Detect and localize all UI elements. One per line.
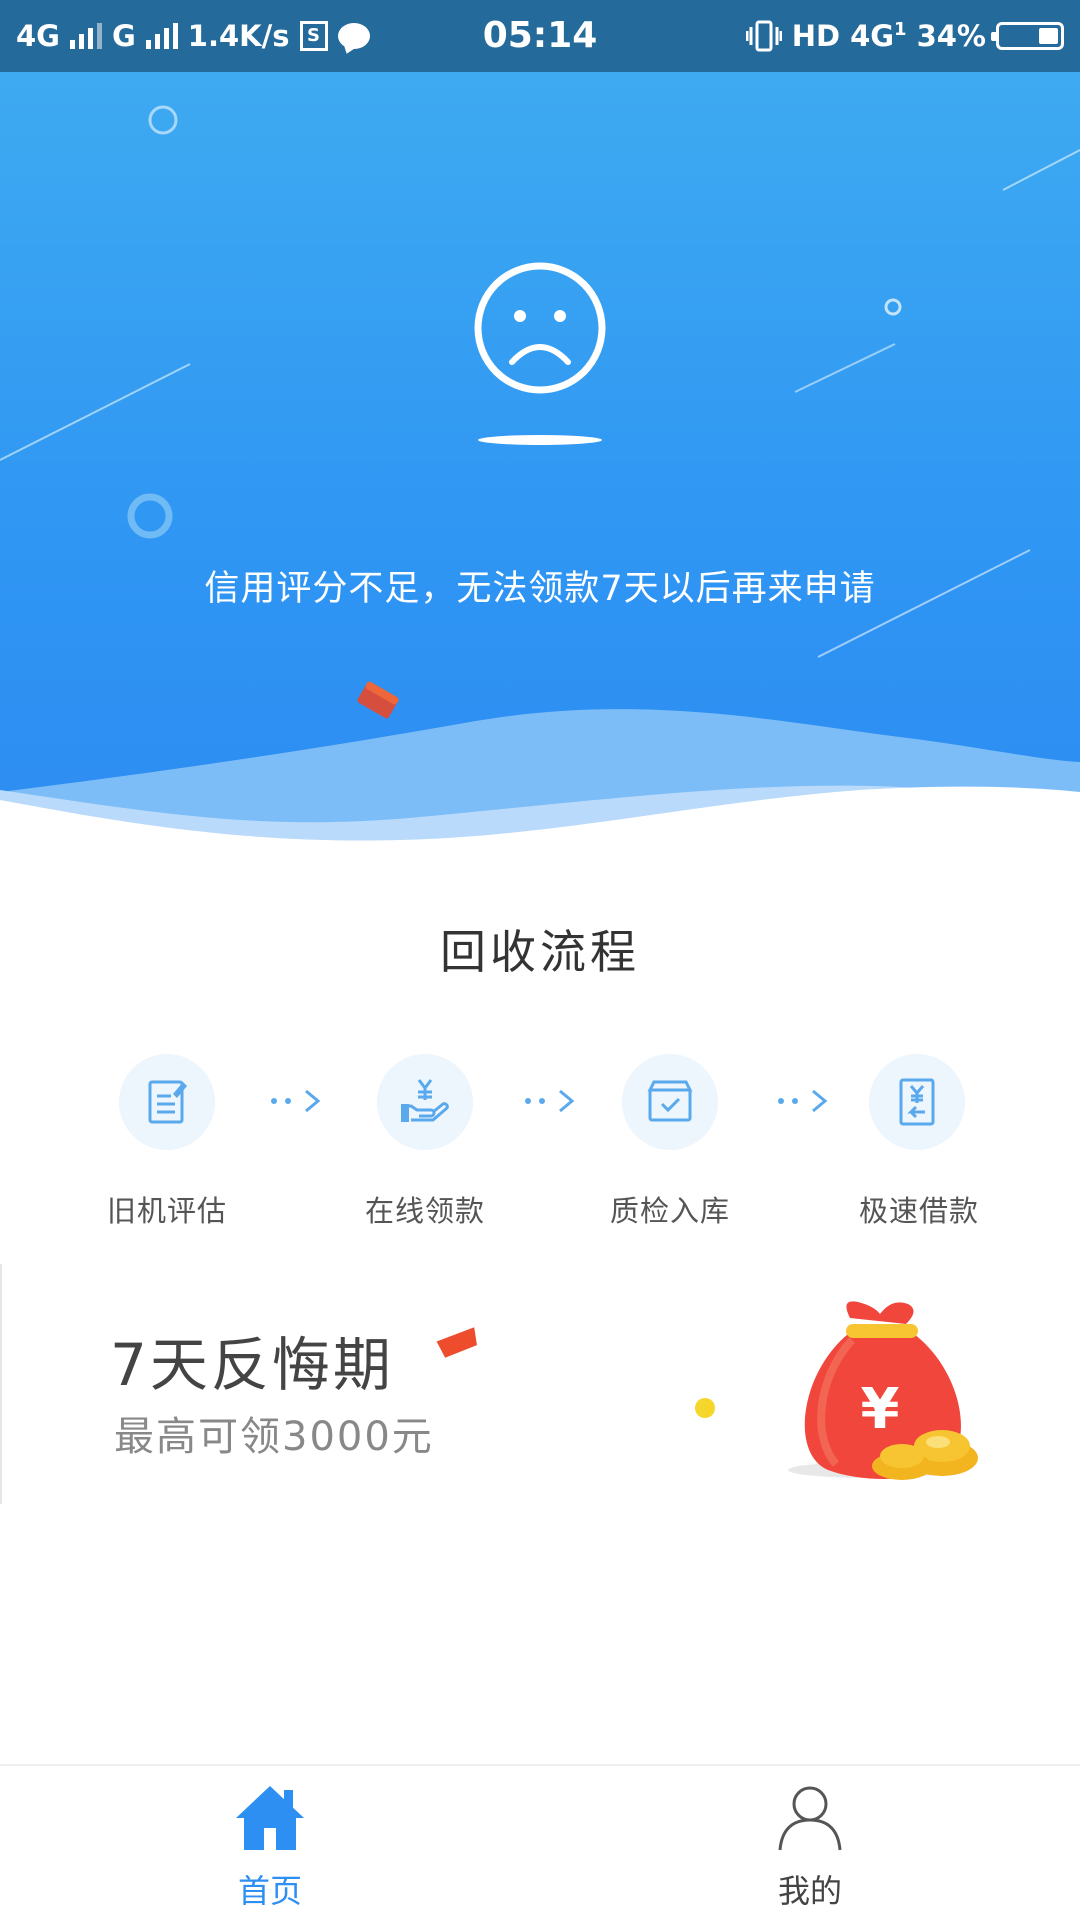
message-icon [337,23,370,49]
nav-mine-label: 我的 [777,1872,842,1910]
credit-notice-text: 信用评分不足，无法领款7天以后再来申请 [204,569,876,609]
vibrate-icon [745,20,782,52]
home-icon [236,1786,304,1850]
network-type-4g: 4G [16,19,60,53]
status-left: 4G G 1.4K/s S [16,14,370,58]
network-speed: 1.4K/s [187,19,290,53]
deco-circle-1 [148,105,178,135]
network-type-4g-2: 4G1 [850,19,907,53]
s-app-icon: S [299,21,328,51]
step-1-icon[interactable] [119,1054,215,1150]
nav-home[interactable]: 首页 [0,1766,540,1922]
process-title: 回收流程 [440,925,640,979]
sim-number: 1 [894,19,907,40]
bottom-navigation: 首页 我的 [0,1764,1080,1922]
status-right: HD 4G1 34% [745,14,1064,58]
hero-decoration [0,105,1080,852]
deco-line-2 [1002,149,1080,191]
yuan-return-icon [899,1078,935,1126]
status-bar: 4G G 1.4K/s S 05:14 HD 4G1 34% [0,0,1080,72]
step-3-icon[interactable] [622,1054,718,1150]
step-3-label: 质检入库 [609,1194,730,1228]
nav-home-label: 首页 [237,1872,302,1910]
small-red-envelope [436,1327,477,1358]
deco-circle-2 [884,298,902,316]
nav-mine[interactable]: 我的 [540,1766,1080,1922]
step-2-label: 在线领款 [364,1194,485,1228]
network-type-g: G [111,19,136,53]
battery-percent: 34% [916,19,986,53]
deco-line-3 [794,343,896,393]
battery-fill [1039,28,1058,44]
signal-icon-2 [145,23,178,49]
gold-coin-dot [695,1398,715,1418]
step-4-icon[interactable] [869,1054,965,1150]
deco-line-1 [0,363,191,461]
hd-label: HD [791,19,841,53]
hand-money-icon [401,1079,449,1122]
user-icon [778,1786,842,1851]
step-arrow-1 [271,1089,321,1113]
step-arrow-3 [778,1089,828,1113]
money-bag-icon: ¥ [804,1301,978,1480]
bag-yuan-symbol: ¥ [861,1377,900,1442]
step-1-label: 旧机评估 [106,1194,227,1228]
signal-icon [69,23,102,49]
step-2-icon[interactable] [377,1054,473,1150]
step-4-label: 极速借款 [858,1194,979,1228]
hero-banner: 信用评分不足，无法领款7天以后再来申请 [0,72,1080,852]
flying-red-envelope [357,681,399,719]
promo-card[interactable]: 7天反悔期 最高可领3000元 ¥ [0,1264,1080,1504]
sad-face-icon [474,262,606,445]
deco-circle-3 [127,493,173,539]
box-check-icon [647,1080,693,1122]
network-4g-label: 4G [850,19,895,53]
step-arrow-2 [525,1089,575,1113]
document-edit-icon [148,1080,187,1124]
battery-icon [991,22,1064,50]
